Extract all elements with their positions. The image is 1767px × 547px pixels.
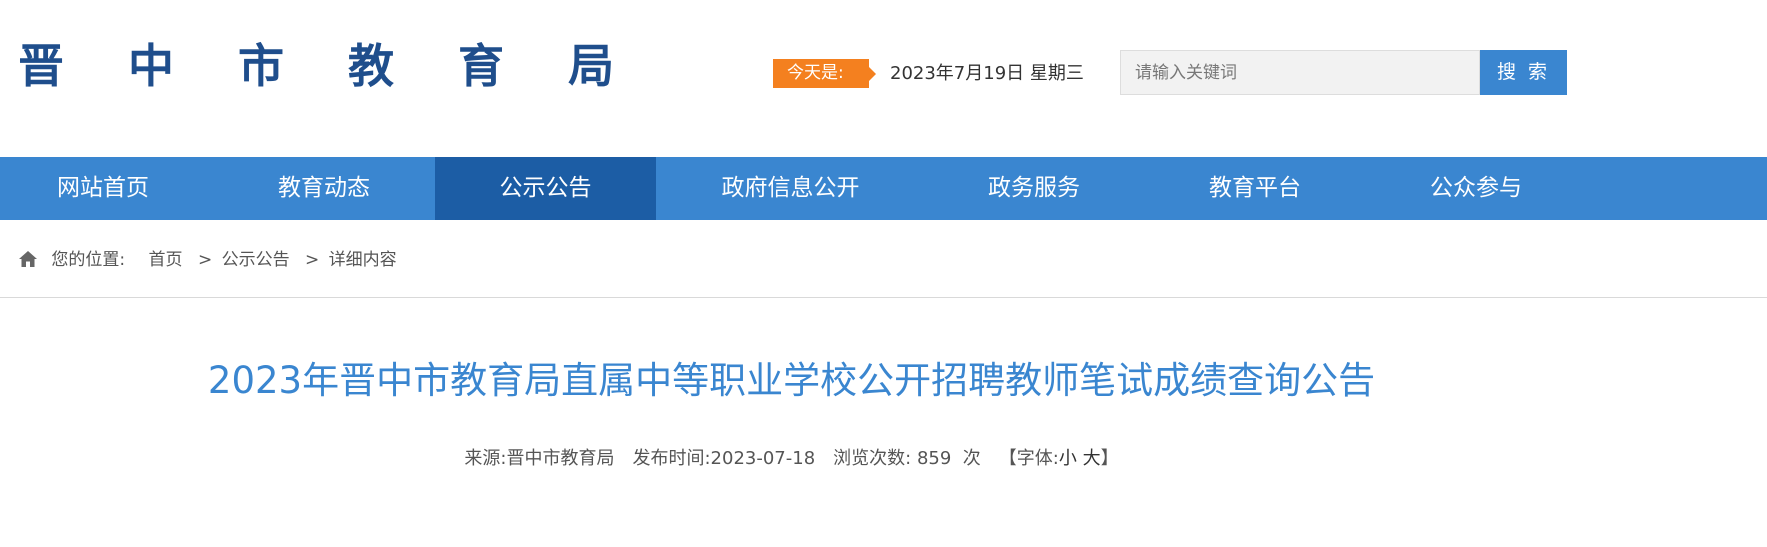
main-nav: 网站首页 教育动态 公示公告 政府信息公开 政务服务 教育平台 公众参与 — [0, 157, 1767, 220]
site-header: 晋 中 市 教 育 局 今天是: 2023年7月19日 星期三 搜 索 — [0, 0, 1767, 157]
font-size-small-button[interactable]: 小 — [1059, 448, 1077, 469]
font-size-large-button[interactable]: 大 — [1083, 448, 1101, 469]
publish-label: 发布时间: — [632, 448, 711, 469]
font-size-close: 】 — [1100, 448, 1119, 469]
nav-item-public-participation[interactable]: 公众参与 — [1366, 157, 1586, 220]
breadcrumb-current: 详细内容 — [328, 250, 397, 270]
nav-item-edu-platform[interactable]: 教育平台 — [1145, 157, 1365, 220]
source-value: 晋中市教育局 — [506, 448, 615, 469]
nav-item-announcements[interactable]: 公示公告 — [435, 157, 656, 220]
breadcrumb: 您的位置: 首页 > 公示公告 > 详细内容 — [18, 246, 397, 274]
views-count: 859 — [916, 448, 952, 469]
font-size-label: 【字体: — [998, 448, 1059, 469]
nav-item-home[interactable]: 网站首页 — [0, 157, 206, 220]
site-logo[interactable]: 晋 中 市 教 育 局 — [18, 34, 638, 98]
breadcrumb-home[interactable]: 首页 — [149, 250, 183, 270]
current-date: 2023年7月19日 星期三 — [890, 63, 1084, 84]
views-label: 浏览次数: — [833, 448, 912, 469]
breadcrumb-separator: > — [197, 250, 213, 270]
views-unit: 次 — [962, 448, 981, 469]
breadcrumb-label: 您的位置: — [51, 250, 126, 270]
today-label: 今天是: — [773, 59, 876, 88]
home-icon — [18, 249, 38, 267]
article-meta: 来源:晋中市教育局 发布时间:2023-07-18 浏览次数: 859 次【字体:小… — [0, 444, 1583, 474]
breadcrumb-separator: > — [305, 250, 320, 270]
search-input[interactable] — [1120, 50, 1480, 95]
publish-date: 2023-07-18 — [710, 448, 816, 469]
breadcrumb-announcements[interactable]: 公示公告 — [222, 250, 290, 270]
section-divider — [0, 297, 1767, 298]
nav-item-education-news[interactable]: 教育动态 — [214, 157, 434, 220]
nav-item-gov-info[interactable]: 政府信息公开 — [668, 157, 913, 220]
source-label: 来源: — [464, 448, 507, 469]
nav-item-gov-services[interactable]: 政务服务 — [924, 157, 1144, 220]
article-title: 2023年晋中市教育局直属中等职业学校公开招聘教师笔试成绩查询公告 — [207, 359, 1376, 402]
search-button[interactable]: 搜 索 — [1480, 50, 1567, 95]
